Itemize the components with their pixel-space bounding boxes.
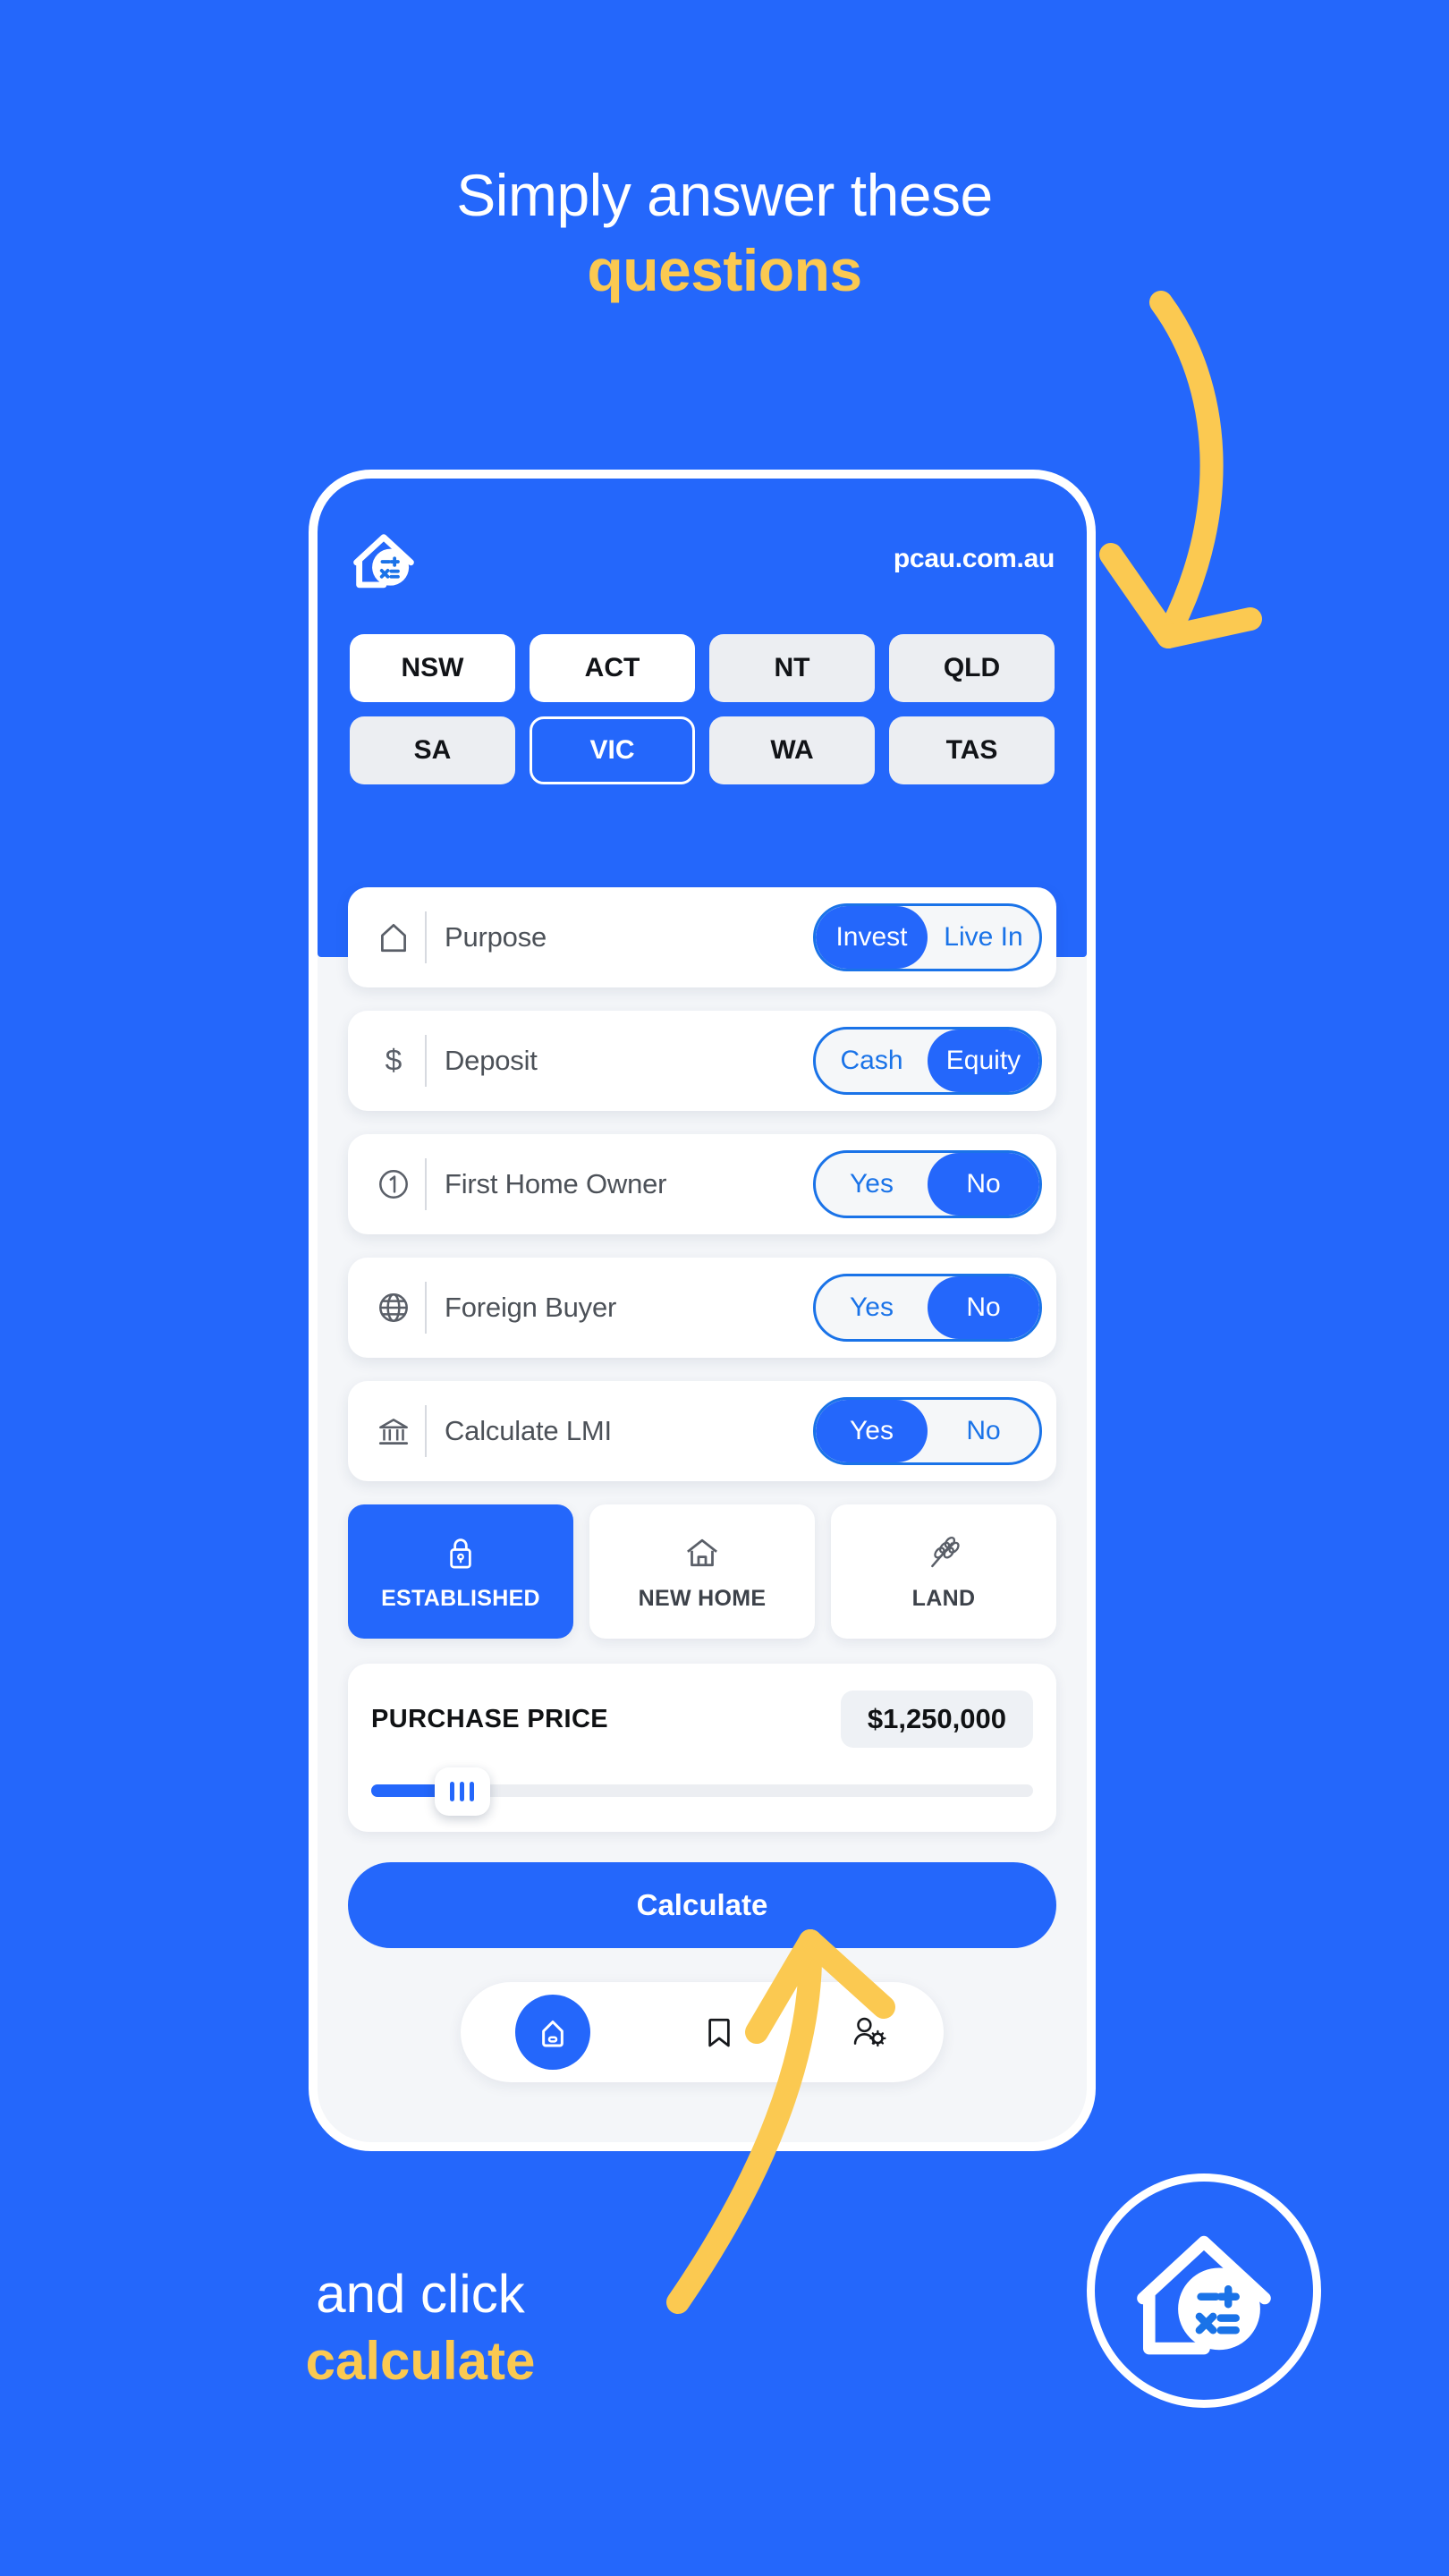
toggle-deposit[interactable]: Cash Equity	[813, 1027, 1042, 1095]
property-type-selector: ESTABLISHED NEW HOME LAND	[318, 1504, 1087, 1639]
house-icon	[687, 1538, 717, 1566]
toggle-option-live-in[interactable]: Live In	[928, 906, 1039, 969]
option-row-foreign-buyer: Foreign Buyer Yes No	[348, 1258, 1056, 1358]
option-label-purpose: Purpose	[445, 921, 547, 953]
promo-line-3: and click	[316, 2264, 525, 2324]
state-button-wa[interactable]: WA	[709, 716, 875, 784]
toggle-purpose[interactable]: Invest Live In	[813, 903, 1042, 971]
brand-url: pcau.com.au	[893, 544, 1055, 573]
state-button-qld[interactable]: QLD	[889, 634, 1055, 702]
nav-item-bookmark[interactable]	[699, 2012, 740, 2053]
toggle-option-no[interactable]: No	[928, 1276, 1039, 1339]
toggle-option-yes[interactable]: Yes	[816, 1153, 928, 1216]
row-divider	[425, 1282, 427, 1334]
purchase-price-header: PURCHASE PRICE $1,250,000	[371, 1690, 1033, 1748]
app-header-row: pcau.com.au	[350, 525, 1055, 593]
purchase-price-value[interactable]: $1,250,000	[840, 1690, 1033, 1748]
option-row-calculate-lmi: Calculate LMI Yes No	[348, 1381, 1056, 1481]
toggle-option-no[interactable]: No	[928, 1153, 1039, 1216]
option-label-foreign-buyer: Foreign Buyer	[445, 1292, 617, 1323]
property-type-land[interactable]: LAND	[831, 1504, 1056, 1639]
globe-icon	[369, 1289, 418, 1326]
purchase-price-card: PURCHASE PRICE $1,250,000	[348, 1664, 1056, 1832]
state-button-act[interactable]: ACT	[530, 634, 695, 702]
property-type-new-home[interactable]: NEW HOME	[589, 1504, 815, 1639]
promo-heading-top: Simply answer these questions	[0, 161, 1449, 306]
option-label-calculate-lmi: Calculate LMI	[445, 1415, 612, 1446]
promo-line-4: calculate	[305, 2330, 536, 2391]
state-button-nsw[interactable]: NSW	[350, 634, 515, 702]
nav-item-account-settings[interactable]	[848, 2012, 889, 2053]
promo-line-2: questions	[587, 236, 862, 303]
toggle-calculate-lmi[interactable]: Yes No	[813, 1397, 1042, 1465]
toggle-foreign-buyer[interactable]: Yes No	[813, 1274, 1042, 1342]
calculate-button[interactable]: Calculate	[348, 1862, 1056, 1948]
row-divider	[425, 1035, 427, 1087]
toggle-option-invest[interactable]: Invest	[816, 906, 928, 969]
option-label-deposit: Deposit	[445, 1045, 538, 1076]
nav-item-home[interactable]	[514, 1995, 590, 2070]
option-row-first-home-owner: First Home Owner Yes No	[348, 1134, 1056, 1234]
home-icon	[541, 2021, 564, 2047]
bank-icon	[369, 1412, 418, 1450]
slider-thumb[interactable]	[434, 1767, 490, 1816]
circled-one-icon	[369, 1165, 418, 1203]
house-calculator-logo-icon	[353, 534, 414, 589]
purchase-price-title: PURCHASE PRICE	[371, 1704, 609, 1733]
house-outline-icon	[369, 919, 418, 956]
app-header: pcau.com.au NSW ACT NT QLD SA VIC WA TAS	[318, 479, 1087, 957]
state-button-tas[interactable]: TAS	[889, 716, 1055, 784]
brand-badge	[1087, 2174, 1321, 2408]
row-divider	[425, 1405, 427, 1457]
house-calculator-logo-icon	[1137, 2235, 1271, 2355]
svg-text:$: $	[386, 1045, 402, 1078]
option-row-purpose: Purpose Invest Live In	[348, 887, 1056, 987]
state-button-nt[interactable]: NT	[709, 634, 875, 702]
property-type-label: ESTABLISHED	[381, 1585, 540, 1611]
wheat-icon	[931, 1536, 960, 1567]
lock-icon	[450, 1538, 471, 1568]
toggle-option-yes[interactable]: Yes	[816, 1400, 928, 1462]
row-divider	[425, 1158, 427, 1210]
account-settings-icon	[854, 2017, 886, 2047]
option-label-first-home-owner: First Home Owner	[445, 1168, 667, 1199]
state-button-vic[interactable]: VIC	[530, 716, 695, 784]
purchase-price-slider[interactable]	[371, 1767, 1033, 1816]
promo-line-1: Simply answer these	[456, 162, 993, 228]
toggle-option-equity[interactable]: Equity	[928, 1030, 1039, 1092]
option-row-deposit: $ Deposit Cash Equity	[348, 1011, 1056, 1111]
bookmark-icon	[708, 2018, 730, 2047]
option-rows: Purpose Invest Live In $ Deposit Cash Eq…	[318, 887, 1087, 1481]
phone-mockup: pcau.com.au NSW ACT NT QLD SA VIC WA TAS…	[309, 470, 1096, 2151]
property-type-label: NEW HOME	[638, 1585, 767, 1611]
property-type-established[interactable]: ESTABLISHED	[348, 1504, 573, 1639]
toggle-option-cash[interactable]: Cash	[816, 1030, 928, 1092]
toggle-option-no[interactable]: No	[928, 1400, 1039, 1462]
state-button-sa[interactable]: SA	[350, 716, 515, 784]
state-selector[interactable]: NSW ACT NT QLD SA VIC WA TAS	[350, 634, 1055, 784]
promo-heading-bottom: and click calculate	[134, 2263, 707, 2394]
row-divider	[425, 911, 427, 963]
toggle-option-yes[interactable]: Yes	[816, 1276, 928, 1339]
toggle-first-home-owner[interactable]: Yes No	[813, 1150, 1042, 1218]
dollar-sign-icon: $	[369, 1042, 418, 1080]
property-type-label: LAND	[911, 1585, 976, 1611]
bottom-nav	[461, 1982, 944, 2082]
